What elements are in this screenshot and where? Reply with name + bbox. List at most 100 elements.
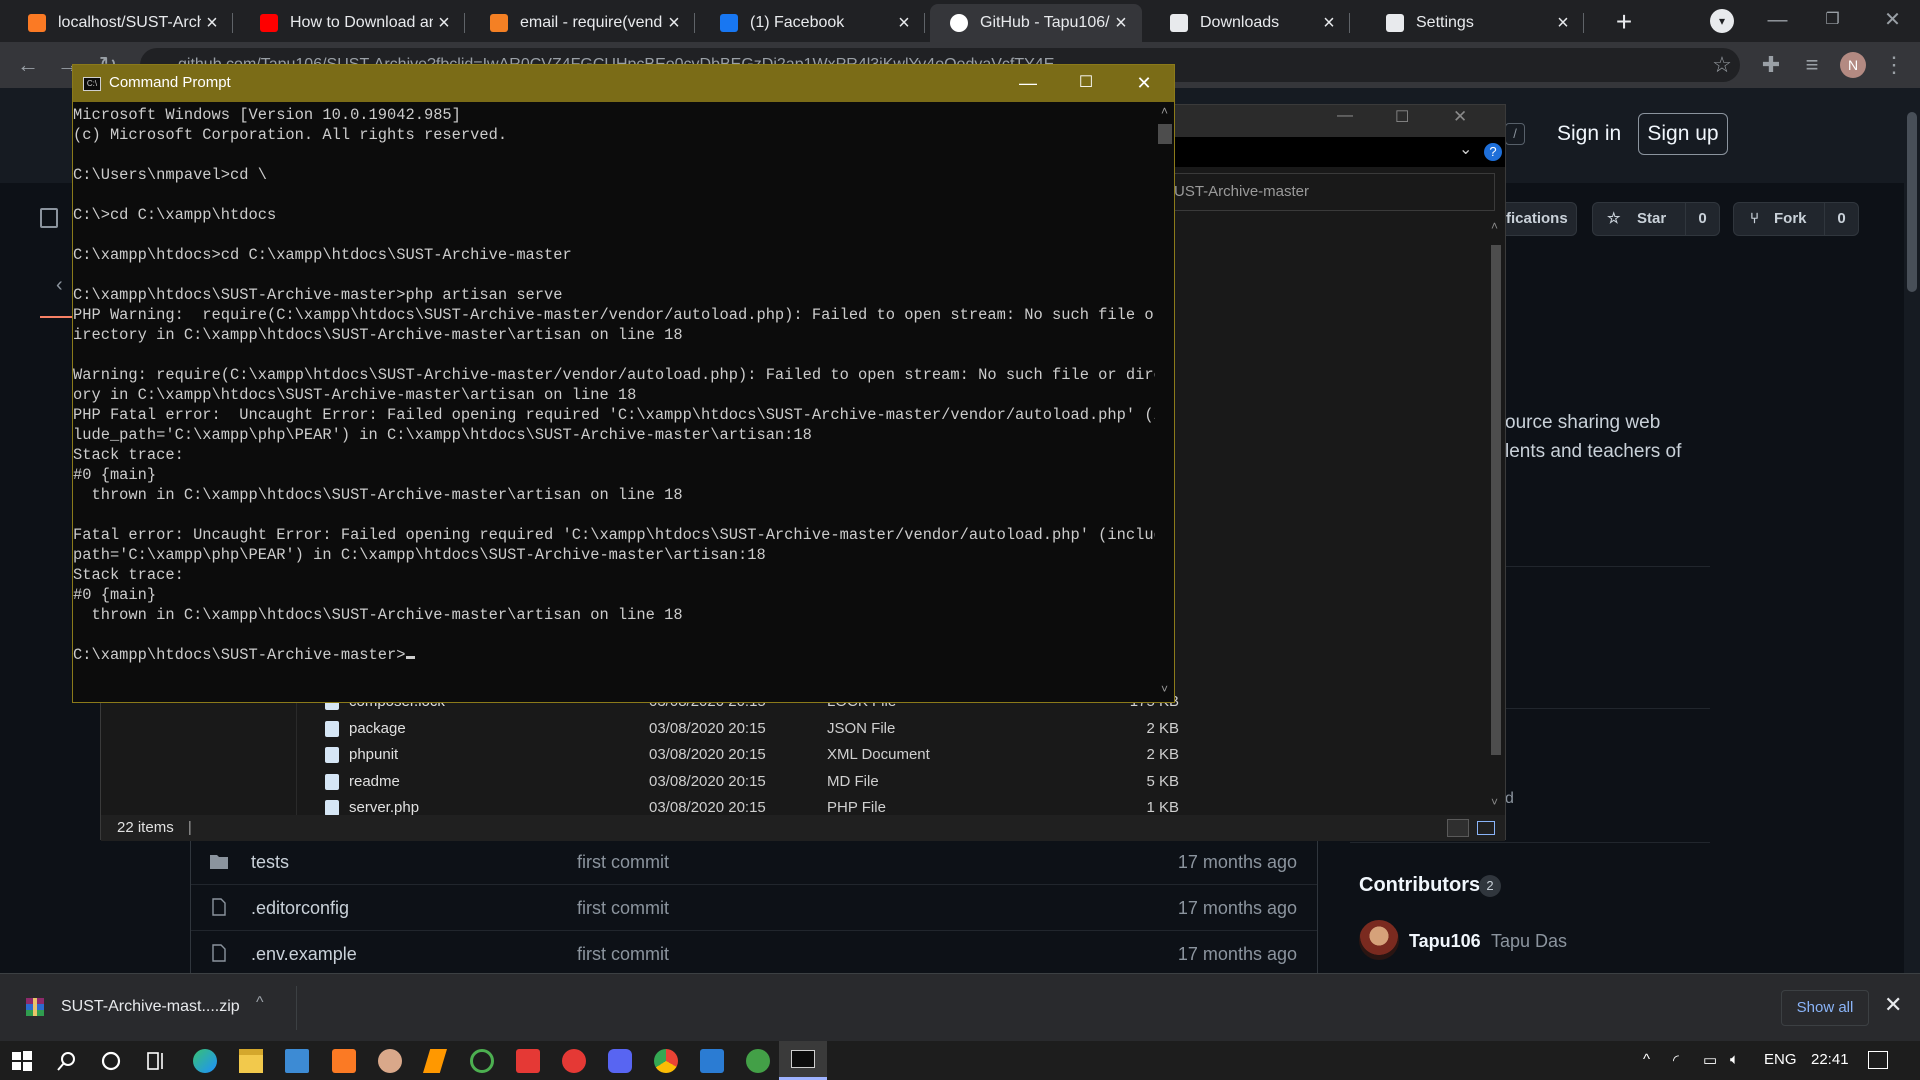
browser-tab[interactable]: Settings × [1366,4,1584,42]
word-icon[interactable] [700,1049,724,1073]
cmd-minimize-button[interactable]: — [999,65,1057,102]
console-prompt-line[interactable]: C:\xampp\htdocs\SUST-Archive-master> [73,645,1155,665]
fork-button[interactable]: ⑂ Fork 0 [1733,202,1859,236]
close-tab-icon[interactable]: × [1318,13,1340,33]
table-row[interactable]: .editorconfig first commit 17 months ago [191,884,1317,930]
explorer-close-button[interactable]: ✕ [1453,107,1467,127]
reading-list-icon[interactable]: ≡ [1798,51,1826,79]
star-button[interactable]: ☆ Star 0 [1592,202,1720,236]
explorer-search-input[interactable]: UST-Archive-master [1161,173,1495,211]
sync-icon[interactable] [470,1049,494,1073]
list-item[interactable]: package 03/08/2020 20:15 JSON File 2 KB [319,716,1179,743]
close-tab-icon[interactable]: × [201,13,223,33]
table-row[interactable]: .env.example first commit 17 months ago [191,930,1317,973]
help-icon[interactable]: ? [1484,143,1502,161]
discord-icon[interactable] [608,1049,632,1073]
tab-search-icon[interactable]: ▾ [1710,9,1734,33]
commit-message[interactable]: first commit [577,852,669,873]
app-icon[interactable] [378,1049,402,1073]
close-tab-icon[interactable]: × [893,13,915,33]
postman-icon[interactable] [562,1049,586,1073]
browser-restore-button[interactable]: ❐ [1805,0,1860,42]
explorer-minimize-button[interactable]: — [1337,107,1353,125]
chevron-left-icon[interactable]: ‹ [56,274,63,297]
page-scrollbar-thumb[interactable] [1907,112,1917,292]
notification-center-icon[interactable] [1868,1051,1888,1069]
close-tab-icon[interactable]: × [1552,13,1574,33]
details-view-icon[interactable] [1447,819,1469,837]
browser-tab[interactable]: GitHub - Tapu106/SUS× [930,4,1142,42]
browser-tab[interactable]: Downloads × [1150,4,1350,42]
scroll-up-icon[interactable]: ˄ [1491,219,1498,233]
browser-menu-icon[interactable]: ⋮ [1880,51,1908,79]
xampp-icon[interactable] [332,1049,356,1073]
close-download-bar-icon[interactable]: ✕ [1884,992,1902,1018]
cmd-scrollbar[interactable]: ˄ ˅ [1155,102,1174,702]
browser-minimize-button[interactable]: — [1750,0,1805,42]
cmd-scrollbar-thumb[interactable] [1158,124,1172,144]
file-name[interactable]: .editorconfig [251,898,349,919]
bookmark-star-icon[interactable]: ☆ [1708,51,1736,79]
explorer-maximize-button[interactable]: ☐ [1395,107,1409,127]
cmd-title-bar[interactable]: C:\ Command Prompt — ☐ ✕ [73,65,1174,102]
browser-close-button[interactable]: ✕ [1865,0,1920,42]
profile-avatar[interactable]: N [1840,52,1866,78]
app-icon[interactable] [746,1049,770,1073]
mail-icon[interactable] [285,1049,309,1073]
windows-start-icon[interactable] [10,1049,34,1073]
chevron-up-icon[interactable]: ^ [256,994,264,1012]
file-name[interactable]: tests [251,852,289,873]
chevron-up-icon[interactable]: ^ [1643,1051,1650,1068]
extensions-icon[interactable]: ✚ [1757,51,1785,79]
new-tab-button[interactable]: + [1609,8,1639,36]
close-tab-icon[interactable]: × [433,13,455,33]
scroll-up-icon[interactable]: ˄ [1155,104,1174,118]
task-view-icon[interactable] [144,1049,168,1073]
browser-tab[interactable]: How to Download and × [240,4,465,42]
show-all-downloads-button[interactable]: Show all [1781,990,1869,1026]
browser-tab[interactable]: (1) Facebook × [700,4,925,42]
battery-icon[interactable]: ▭ [1703,1051,1717,1069]
acrobat-icon[interactable] [516,1049,540,1073]
commit-message[interactable]: first commit [577,944,669,965]
clock[interactable]: 22:41 [1811,1051,1849,1068]
list-item[interactable]: phpunit 03/08/2020 20:15 XML Document 2 KB [319,742,1179,769]
language-indicator[interactable]: ENG [1764,1051,1797,1068]
contributor-avatar[interactable] [1359,920,1399,960]
cmd-close-button[interactable]: ✕ [1115,65,1173,102]
commit-message[interactable]: first commit [577,898,669,919]
table-row[interactable]: tests first commit 17 months ago [191,838,1317,884]
list-item[interactable]: readme 03/08/2020 20:15 MD File 5 KB [319,769,1179,796]
file-size: 2 KB [1146,719,1179,737]
cortana-icon[interactable] [99,1049,123,1073]
browser-tab[interactable]: email - require(vendor × [470,4,695,42]
contributor-login[interactable]: Tapu106 [1409,931,1481,952]
file-name[interactable]: .env.example [251,944,357,965]
taskbar-active-cmd[interactable] [779,1041,827,1080]
volume-icon[interactable]: 🔈︎ [1730,1051,1739,1068]
contributors-title[interactable]: Contributors [1359,874,1480,897]
edge-icon[interactable] [193,1049,217,1073]
page-scrollbar[interactable] [1904,88,1920,973]
close-tab-icon[interactable]: × [1110,13,1132,33]
explorer-scrollbar[interactable]: ˄ ˅ [1487,219,1505,815]
cmd-console-output[interactable]: Microsoft Windows [Version 10.0.19042.98… [73,102,1155,702]
chrome-icon[interactable] [654,1049,678,1073]
download-file-name[interactable]: SUST-Archive-mast....zip [61,998,240,1016]
browser-tab[interactable]: localhost/SUST-Archiv× [8,4,233,42]
file-explorer-icon[interactable] [239,1049,263,1073]
sublime-text-icon[interactable] [423,1049,447,1073]
search-icon[interactable] [55,1049,79,1073]
cmd-maximize-button[interactable]: ☐ [1057,65,1115,102]
repo-file-table: tests first commit 17 months ago .editorcon… [190,838,1318,973]
back-arrow-icon[interactable]: ← [14,51,42,79]
wifi-icon[interactable]: ◜ [1673,1051,1679,1069]
ribbon-expand-icon[interactable]: ⌄ [1459,139,1472,159]
scroll-down-icon[interactable]: ˅ [1155,682,1174,696]
large-icons-view-icon[interactable] [1477,821,1495,835]
explorer-scrollbar-thumb[interactable] [1491,245,1501,755]
sign-in-link[interactable]: Sign in [1557,122,1621,146]
sign-up-button[interactable]: Sign up [1638,113,1728,155]
scroll-down-icon[interactable]: ˅ [1491,795,1498,809]
close-tab-icon[interactable]: × [663,13,685,33]
